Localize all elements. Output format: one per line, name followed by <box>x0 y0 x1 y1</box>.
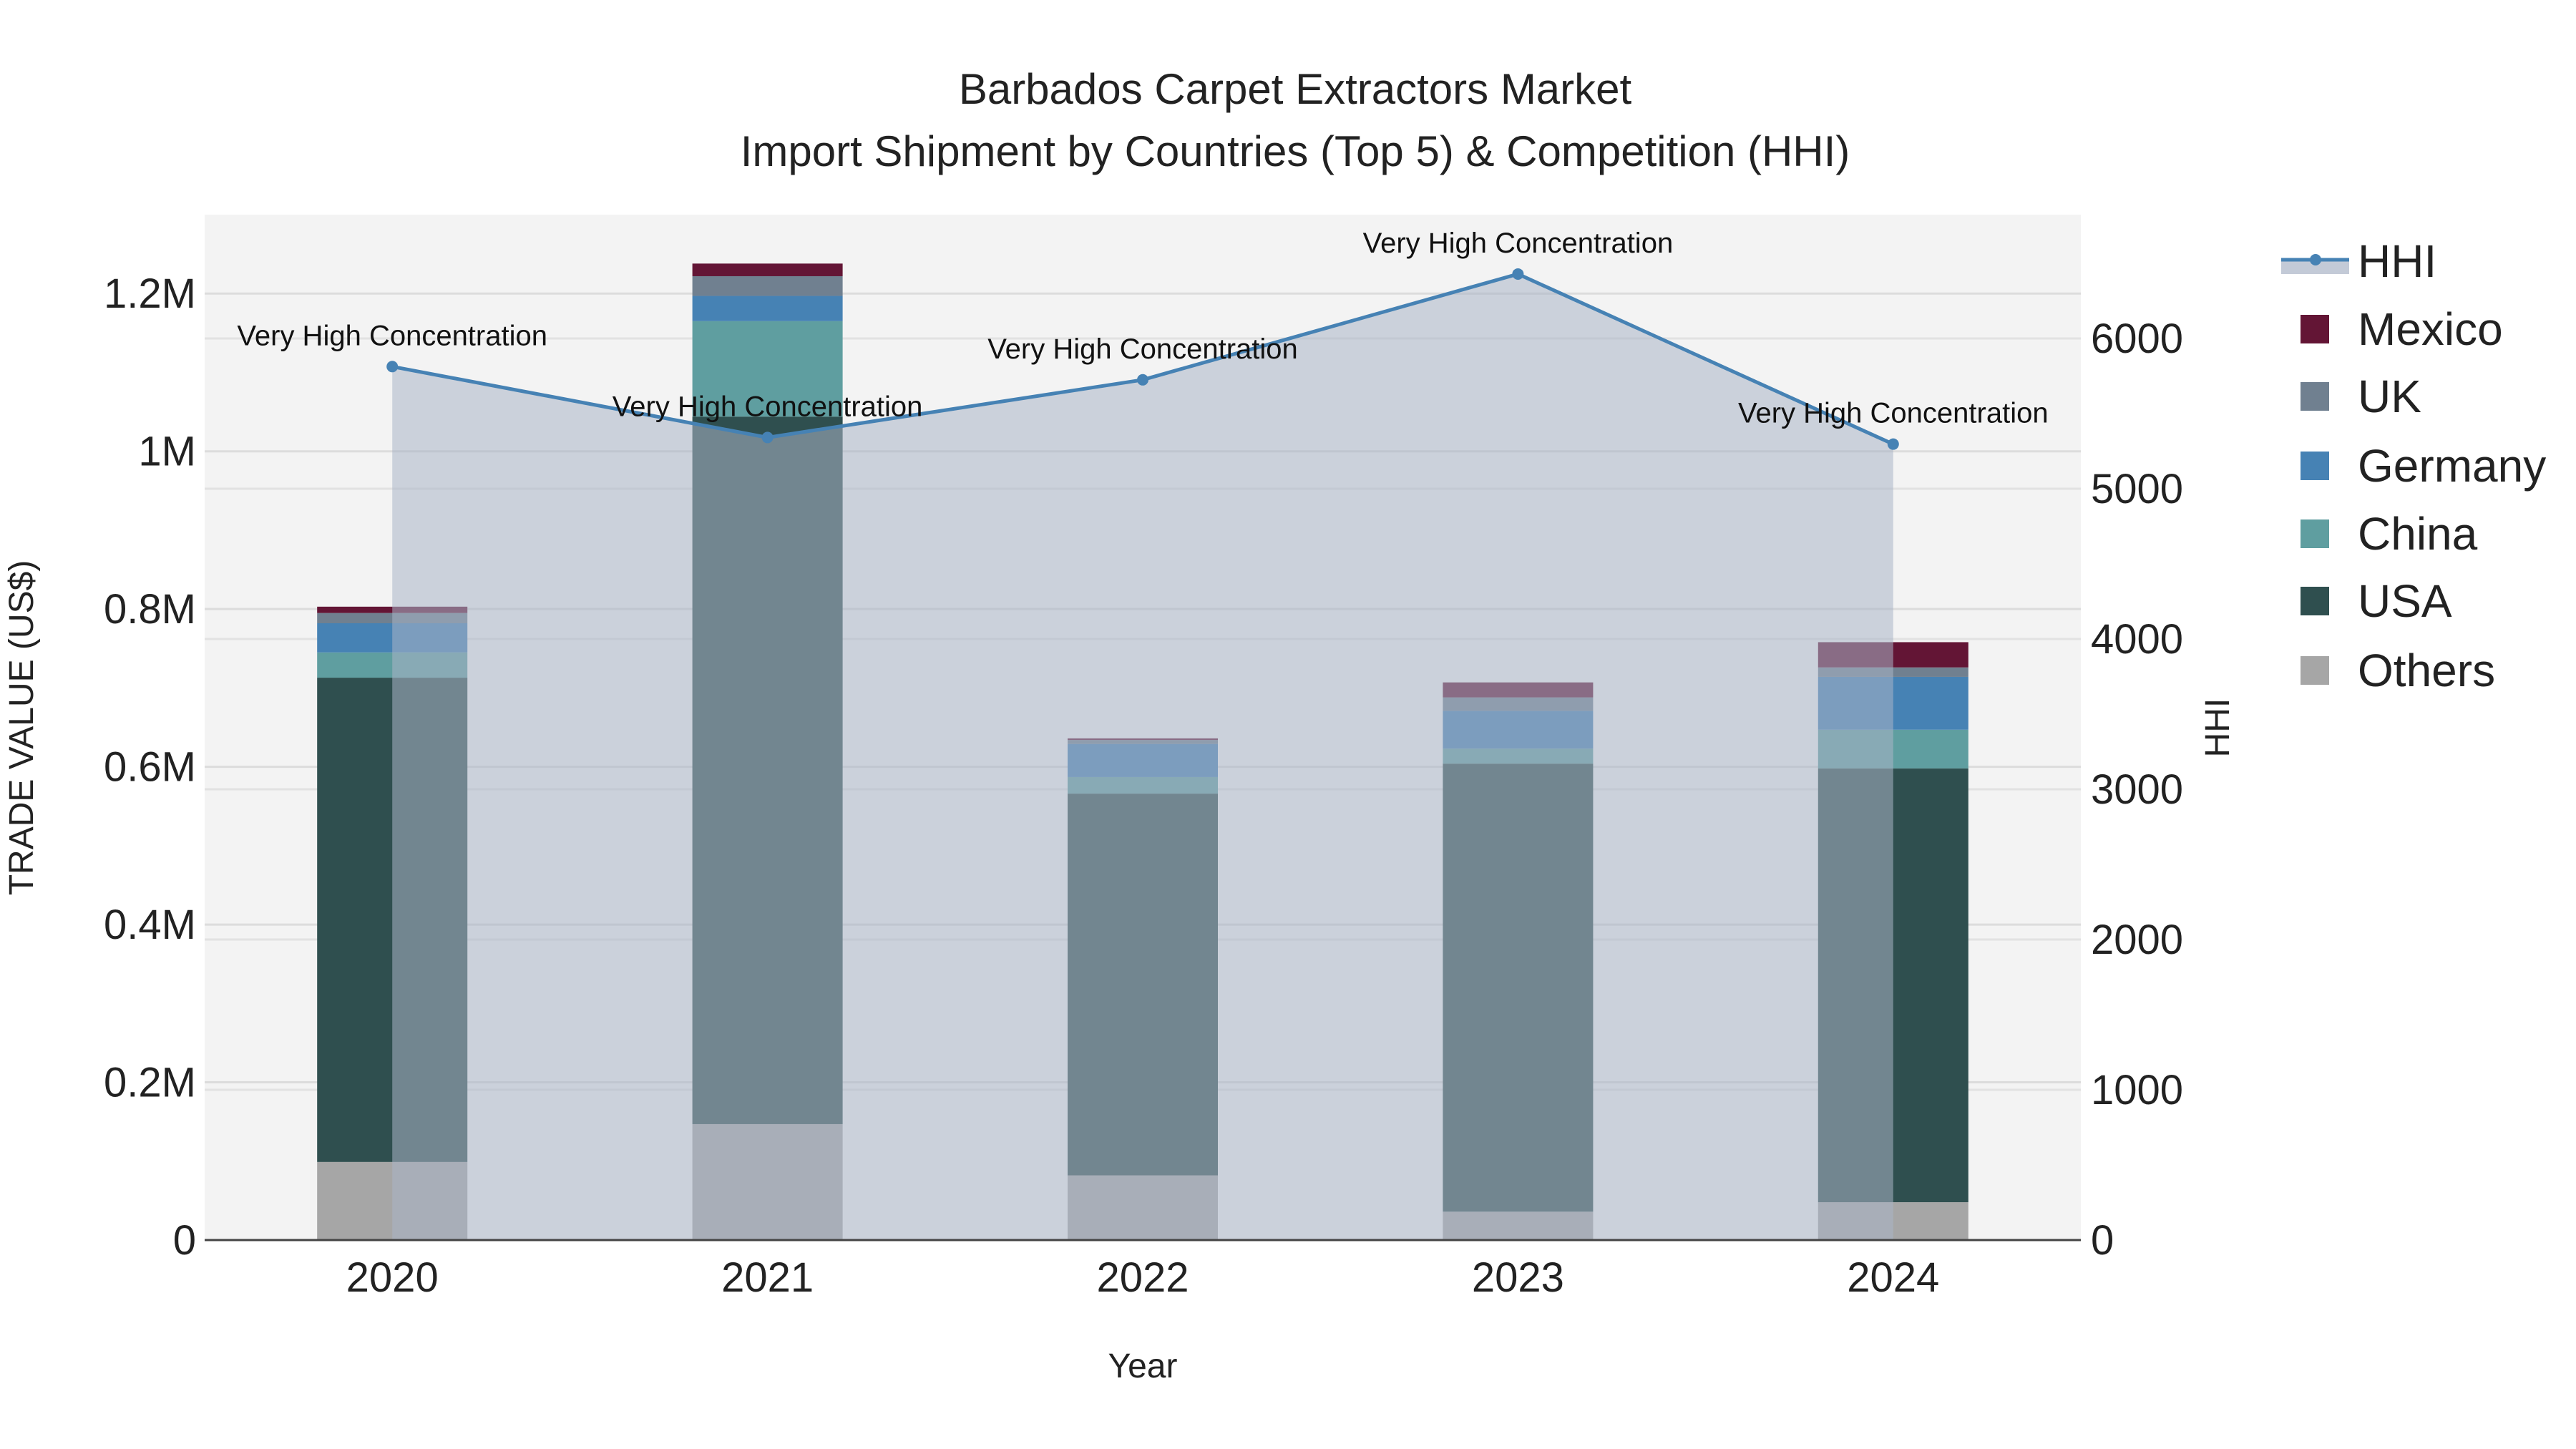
y-axis-title: TRADE VALUE (US$) <box>3 560 41 896</box>
x-tick-label: 2020 <box>346 1254 439 1301</box>
hhi-annotation: Very High Concentration <box>237 320 547 351</box>
chart-title-line1: Barbados Carpet Extractors Market <box>959 65 1632 113</box>
legend-label-china: China <box>2358 508 2478 560</box>
hhi-annotation: Very High Concentration <box>613 391 923 422</box>
chart-title-line2: Import Shipment by Countries (Top 5) & C… <box>741 127 1850 175</box>
y-tick-label: 0.2M <box>104 1060 196 1106</box>
hhi-point-2021 <box>761 431 774 444</box>
legend-swatch-others <box>2301 656 2329 685</box>
legend-label-hhi: HHI <box>2358 235 2436 287</box>
hhi-point-2020 <box>386 361 399 373</box>
x-axis-title: Year <box>1108 1347 1178 1385</box>
y-tick-label: 1M <box>138 429 196 475</box>
bar-uk-2021 <box>692 275 843 296</box>
legend-swatch-china <box>2301 519 2329 548</box>
legend-label-usa: USA <box>2358 575 2452 627</box>
hhi-annotation: Very High Concentration <box>1363 228 1674 259</box>
y-tick-label: 0.6M <box>104 744 196 791</box>
y-tick-label: 0.8M <box>104 586 196 633</box>
y-tick-label: 1.2M <box>104 270 196 317</box>
bar-germany-2021 <box>692 296 843 321</box>
x-tick-label: 2024 <box>1847 1254 1939 1301</box>
hhi-annotation: Very High Concentration <box>987 333 1298 365</box>
hhi-point-2023 <box>1512 268 1524 280</box>
legend-label-mexico: Mexico <box>2358 303 2503 355</box>
hhi-point-2024 <box>1887 438 1899 450</box>
x-tick-label: 2022 <box>1096 1254 1189 1301</box>
y2-tick-label: 0 <box>2091 1217 2114 1264</box>
y2-tick-label: 3000 <box>2091 766 2183 813</box>
legend-label-uk: UK <box>2358 371 2421 422</box>
legend-swatch-usa <box>2301 587 2329 615</box>
legend-label-others: Others <box>2358 645 2495 696</box>
legend-swatch-mexico <box>2301 315 2329 343</box>
y2-axis-title: HHI <box>2199 698 2237 758</box>
bar-mexico-2021 <box>692 263 843 276</box>
legend-label-germany: Germany <box>2358 440 2546 492</box>
y2-tick-label: 2000 <box>2091 917 2183 963</box>
y-tick-label: 0.4M <box>104 902 196 948</box>
chart: Barbados Carpet Extractors Market Import… <box>3 65 2546 1385</box>
legend-swatch-uk <box>2301 382 2329 411</box>
legend-hhi-marker <box>2310 254 2321 265</box>
y2-tick-label: 4000 <box>2091 616 2183 663</box>
hhi-annotation: Very High Concentration <box>1738 398 2049 429</box>
x-tick-label: 2021 <box>721 1254 814 1301</box>
hhi-point-2022 <box>1137 374 1148 386</box>
y2-tick-label: 1000 <box>2091 1067 2183 1113</box>
x-tick-label: 2023 <box>1472 1254 1564 1301</box>
legend-swatch-germany <box>2301 452 2329 480</box>
y2-tick-label: 6000 <box>2091 316 2183 362</box>
y2-tick-label: 5000 <box>2091 466 2183 512</box>
y-tick-label: 0 <box>173 1217 196 1264</box>
